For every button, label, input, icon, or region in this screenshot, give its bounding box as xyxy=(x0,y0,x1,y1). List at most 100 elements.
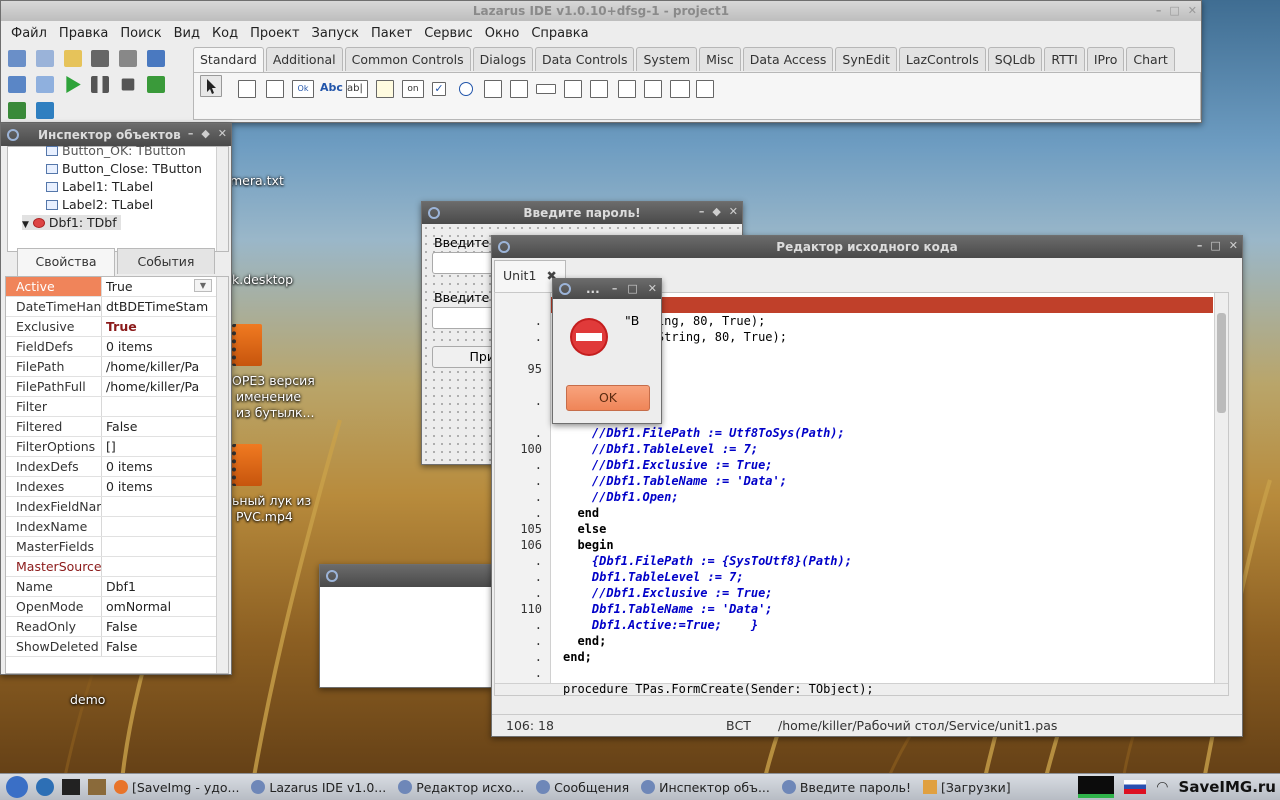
tab-standard[interactable]: Standard xyxy=(193,47,264,73)
radiogroup-icon[interactable] xyxy=(590,80,608,98)
code-line[interactable]: end xyxy=(563,505,599,521)
menu-edit[interactable]: Правка xyxy=(53,26,114,41)
minimize-icon[interactable]: – xyxy=(1156,4,1162,17)
new-unit-icon[interactable] xyxy=(8,50,26,67)
tab-data-access[interactable]: Data Access xyxy=(742,47,834,71)
memo-icon[interactable] xyxy=(376,80,394,98)
scrollbar-icon[interactable] xyxy=(536,84,556,94)
code-line[interactable]: {Dbf1.FilePath := {SysToUtf8}(Path); xyxy=(563,553,852,569)
tab-dialogs[interactable]: Dialogs xyxy=(472,47,533,71)
pause-icon[interactable] xyxy=(91,76,110,93)
maximize-icon[interactable]: □ xyxy=(1210,239,1220,252)
property-value[interactable] xyxy=(102,397,228,416)
close-icon[interactable]: ✕ xyxy=(648,282,657,295)
menu-file[interactable]: Файл xyxy=(5,26,53,41)
close-icon[interactable]: ✕ xyxy=(1229,239,1238,252)
step-into-icon[interactable] xyxy=(147,76,166,93)
property-row[interactable]: Indexes 0 items xyxy=(6,477,228,497)
desktop-icon-label[interactable]: mera.txt xyxy=(230,173,284,188)
tab-synedit[interactable]: SynEdit xyxy=(835,47,897,71)
task-lazarus[interactable]: Lazarus IDE v1.0... xyxy=(251,780,386,795)
blank-titlebar[interactable] xyxy=(320,565,491,587)
property-value[interactable] xyxy=(102,497,228,516)
code-line[interactable]: Dbf1.Active:=True; } xyxy=(563,617,758,633)
close-icon[interactable]: ✕ xyxy=(218,127,227,140)
code-line[interactable]: //Dbf1.FilePath := Utf8ToSys(Path); xyxy=(563,425,845,441)
video-file-icon[interactable] xyxy=(232,324,262,366)
property-value[interactable] xyxy=(102,557,228,576)
code-line[interactable]: Dbf1.TableLevel := 7; xyxy=(563,569,744,585)
tab-properties[interactable]: Свойства xyxy=(17,248,115,276)
togglebox-icon[interactable]: on xyxy=(402,80,424,98)
menu-help[interactable]: Справка xyxy=(525,26,594,41)
tab-additional[interactable]: Additional xyxy=(265,47,343,71)
wifi-icon[interactable]: ◠ xyxy=(1156,779,1168,795)
listbox-icon[interactable] xyxy=(484,80,502,98)
code-line[interactable]: //Dbf1.Open; xyxy=(563,489,679,505)
step-out-icon[interactable] xyxy=(35,102,54,119)
label-icon[interactable]: Abc xyxy=(320,80,343,98)
property-value[interactable] xyxy=(102,517,228,536)
terminal-launcher-icon[interactable] xyxy=(62,779,80,795)
dropdown-arrow-icon[interactable]: ▼ xyxy=(193,279,212,292)
save-icon[interactable] xyxy=(91,50,110,67)
task-password[interactable]: Введите пароль! xyxy=(781,780,911,795)
tree-node[interactable]: Label2: TLabel xyxy=(46,197,153,212)
property-value[interactable]: False xyxy=(102,417,228,436)
close-icon[interactable]: ✕ xyxy=(1188,4,1197,17)
property-row[interactable]: OpenMode omNormal xyxy=(6,597,228,617)
tree-node-selected[interactable]: ▼ Dbf1: TDbf xyxy=(22,215,121,230)
video-file-icon[interactable] xyxy=(232,444,262,486)
frame-icon[interactable] xyxy=(670,80,690,98)
pointer-icon[interactable] xyxy=(200,75,222,97)
tab-misc[interactable]: Misc xyxy=(699,47,741,71)
keyboard-layout-flag-icon[interactable] xyxy=(1124,780,1147,794)
ide-titlebar[interactable]: Lazarus IDE v1.0.10+dfsg-1 - project1 – □… xyxy=(1,1,1201,21)
browser-launcher-icon[interactable] xyxy=(36,778,54,796)
code-line[interactable]: Dbf1.TableName := 'Data'; xyxy=(563,601,773,617)
actionlist-icon[interactable] xyxy=(696,80,714,98)
property-value[interactable] xyxy=(102,537,228,556)
property-row[interactable]: Name Dbf1 xyxy=(6,577,228,597)
editor-titlebar[interactable]: Редактор исходного кода – □ ✕ xyxy=(492,236,1242,258)
tab-chart[interactable]: Chart xyxy=(1126,47,1175,71)
property-value[interactable]: False xyxy=(102,637,228,656)
property-value[interactable]: False xyxy=(102,617,228,636)
edit-icon[interactable]: ab| xyxy=(346,80,368,98)
editor-vscroll[interactable] xyxy=(1214,293,1228,695)
property-value[interactable]: /home/killer/Pa xyxy=(102,357,228,376)
mainmenu-icon[interactable] xyxy=(238,80,256,98)
code-line[interactable]: //Dbf1.Exclusive := True; xyxy=(563,585,773,601)
menu-package[interactable]: Пакет xyxy=(365,26,418,41)
property-value[interactable]: 0 items xyxy=(102,477,228,496)
property-row[interactable]: FieldDefs 0 items xyxy=(6,337,228,357)
new-form-icon[interactable] xyxy=(35,50,54,67)
maximize-icon[interactable]: ◆ xyxy=(201,127,209,140)
tab-lazcontrols[interactable]: LazControls xyxy=(898,47,986,71)
tree-node[interactable]: Button_Close: TButton xyxy=(46,161,202,176)
code-line[interactable]: end; xyxy=(563,633,606,649)
files-launcher-icon[interactable] xyxy=(88,779,106,795)
property-row[interactable]: ShowDeleted False xyxy=(6,637,228,657)
run-icon[interactable] xyxy=(66,76,81,93)
menu-code[interactable]: Код xyxy=(206,26,244,41)
menu-window[interactable]: Окно xyxy=(479,26,526,41)
code-line[interactable]: procedure TPas.FormCreate(Sender: TObjec… xyxy=(563,681,874,695)
ok-button[interactable]: OK xyxy=(566,385,650,411)
desktop-icon-label[interactable]: из бутылк... xyxy=(236,405,314,420)
property-row[interactable]: FilterOptions[] xyxy=(6,437,228,457)
tree-node[interactable]: Label1: TLabel xyxy=(46,179,153,194)
start-menu-icon[interactable] xyxy=(6,776,28,798)
property-value[interactable]: [] xyxy=(102,437,228,456)
desktop-icon-label[interactable]: OPE3 версия xyxy=(232,373,315,388)
groupbox-icon[interactable] xyxy=(564,80,582,98)
property-value[interactable]: Dbf1 xyxy=(102,577,228,596)
tab-ipro[interactable]: IPro xyxy=(1086,47,1125,71)
property-row[interactable]: IndexDefs 0 items xyxy=(6,457,228,477)
button-icon[interactable]: Ok xyxy=(292,80,314,98)
tab-events[interactable]: События xyxy=(117,248,215,274)
view-forms-icon[interactable] xyxy=(35,76,54,93)
scroll-thumb[interactable] xyxy=(1217,313,1226,413)
tree-node[interactable]: Button_OK: TButton xyxy=(46,143,186,158)
task-downloads[interactable]: [Загрузки] xyxy=(923,780,1011,795)
